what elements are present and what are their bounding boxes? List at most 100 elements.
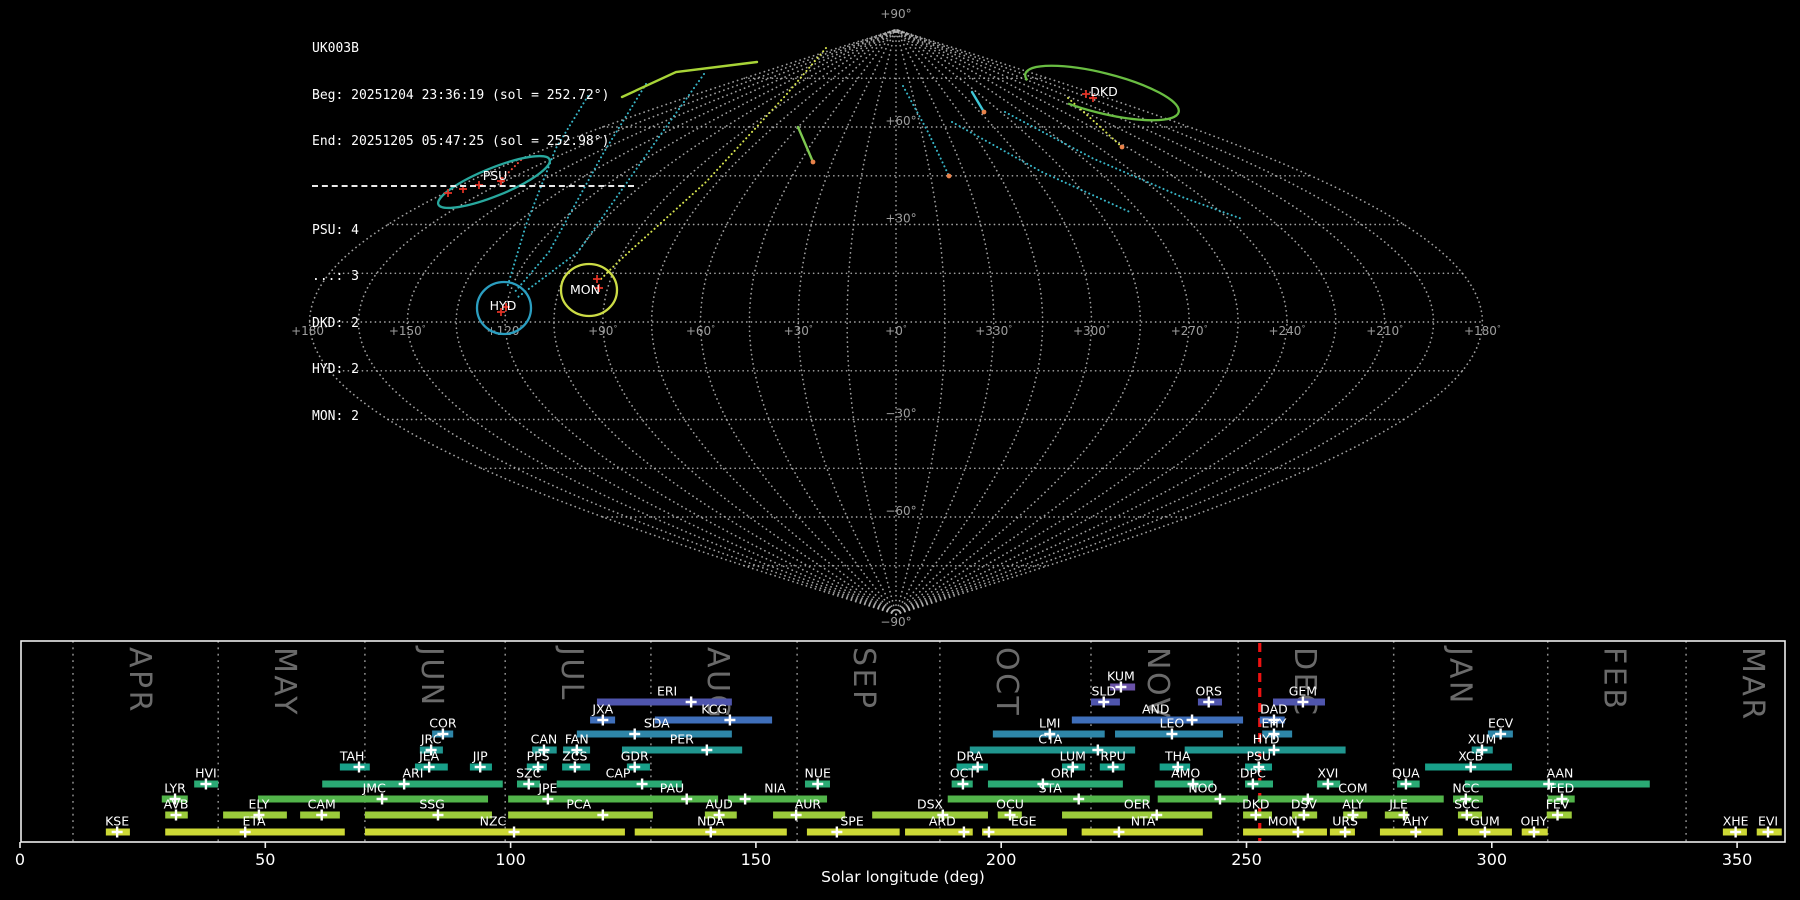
shower-code-label: LMI: [1039, 716, 1060, 731]
shower-code-label: MON: [1268, 814, 1298, 829]
count-mon: MON: 2: [312, 408, 359, 424]
activity-bar: [1157, 795, 1248, 803]
shower-xvi: XVI: [1317, 766, 1341, 790]
shower-evi: EVI: [1756, 814, 1782, 838]
shower-code-label: AUD: [705, 797, 732, 812]
shower-code-label: LEO: [1160, 716, 1185, 731]
shower-code-label: XVI: [1318, 766, 1339, 781]
shower-ohy: OHY: [1521, 814, 1548, 838]
shower-code-label: DRA: [957, 749, 984, 764]
shower-jip: JIP: [469, 749, 492, 773]
shower-code-label: HYD: [1253, 732, 1280, 747]
shower-code-label: SZC: [516, 766, 541, 781]
axis-tick-label: 250: [1231, 850, 1262, 869]
shower-code-label: OHY: [1521, 814, 1548, 829]
shower-code-label: PSU: [1246, 749, 1271, 764]
shower-code-label: QUA: [1392, 766, 1420, 781]
coordinate-label: −90°: [880, 615, 911, 629]
coordinate-label: +30°: [784, 324, 813, 338]
shower-code-label: AAN: [1547, 766, 1574, 781]
peak-cross-marker: [701, 744, 713, 756]
shower-code-label: PAU: [660, 781, 684, 796]
session-begin: Beg: 20251204 23:36:19 (sol = 252.72°): [312, 87, 610, 103]
shower-avb: AVB: [164, 797, 188, 821]
shower-code-label: DSV: [1291, 797, 1318, 812]
coordinate-label: +210°: [1366, 324, 1403, 338]
coordinate-label: +240°: [1268, 324, 1305, 338]
shower-code-label: THA: [1164, 749, 1191, 764]
session-end: End: 20251205 05:47:25 (sol = 252.98°): [312, 134, 610, 149]
shower-code-label: ORI: [1051, 766, 1073, 781]
shower-code-label: SSG: [419, 797, 445, 812]
shower-code-label: PCA: [566, 797, 591, 812]
radiant-label: DKD: [1090, 84, 1117, 99]
shower-code-label: ETA: [242, 814, 266, 829]
activity-bar: [1243, 828, 1327, 836]
peak-cross-marker: [1186, 714, 1198, 726]
shower-code-label: CAM: [308, 797, 336, 812]
x-axis-title: Solar longitude (deg): [821, 868, 985, 886]
shower-code-label: STA: [1039, 781, 1063, 796]
axis-tick-label: 200: [986, 850, 1017, 869]
shower-code-label: ELY: [249, 797, 270, 812]
shower-xhe: XHE: [1723, 814, 1749, 838]
shower-code-label: GEM: [1289, 684, 1317, 699]
radiant-dkd: DKD: [1024, 64, 1180, 122]
shower-code-label: NCC: [1452, 781, 1479, 796]
month-label-mar: MAR: [1735, 647, 1770, 722]
shower-ors: ORS: [1195, 684, 1222, 708]
shower-kse: KSE: [105, 814, 130, 838]
coordinate-label: −60°: [885, 504, 916, 518]
shower-code-label: JXA: [591, 702, 613, 717]
shower-code-label: HVI: [195, 766, 217, 781]
separator-line: [312, 184, 634, 187]
axis-tick-label: 300: [1477, 850, 1508, 869]
peak-cross-marker: [958, 826, 970, 838]
activity-bar: [806, 828, 900, 836]
month-label-feb: FEB: [1597, 647, 1632, 711]
activity-bar: [165, 828, 345, 836]
peak-cross-marker: [1073, 793, 1085, 805]
shower-code-label: NUE: [805, 766, 831, 781]
shower-code-label: NZC: [480, 814, 507, 829]
activity-bar: [364, 828, 625, 836]
shower-rpu: RPU: [1099, 749, 1126, 773]
trail-endpoint: [1119, 144, 1125, 150]
shower-hvi: HVI: [194, 766, 219, 790]
coordinate-label: +60°: [686, 324, 715, 338]
shower-code-label: EHY: [1262, 716, 1287, 731]
shower-code-label: ERI: [657, 684, 677, 699]
shower-code-label: PPS: [527, 749, 550, 764]
activity-bar: [257, 795, 489, 803]
shower-code-label: NIA: [764, 781, 786, 796]
axis-tick-label: 50: [255, 850, 275, 869]
shower-code-label: SDA: [644, 716, 670, 731]
shower-code-label: LYR: [164, 781, 186, 796]
activity-bar: [626, 795, 719, 803]
activity-bar: [576, 730, 732, 738]
month-label-may: MAY: [267, 647, 302, 717]
shower-code-label: KCG: [701, 702, 727, 717]
shower-code-label: ALY: [1342, 797, 1364, 812]
shower-code-label: FEV: [1546, 797, 1570, 812]
shower-code-label: XHE: [1723, 814, 1749, 829]
month-label-sep: SEP: [846, 647, 881, 711]
shower-code-label: DAD: [1260, 702, 1288, 717]
shower-code-label: EVI: [1758, 814, 1778, 829]
shower-code-label: CAP: [606, 766, 631, 781]
month-label-apr: APR: [122, 647, 157, 714]
shower-code-label: XCB: [1458, 749, 1483, 764]
shower-code-label: SPE: [840, 814, 863, 829]
info-panel: UK003B Beg: 20251204 23:36:19 (sol = 252…: [312, 10, 634, 440]
activity-bar: [364, 811, 492, 819]
shower-code-label: RPU: [1100, 749, 1125, 764]
shower-code-label: JRC: [420, 732, 442, 747]
shower-code-label: TAH: [339, 749, 365, 764]
shower-code-label: CAN: [531, 732, 558, 747]
shower-fev: FEV: [1546, 797, 1572, 821]
shower-code-label: JIP: [472, 749, 488, 764]
shower-zcs: ZCS: [562, 749, 591, 773]
peak-cross-marker: [1113, 826, 1125, 838]
coordinate-label: −30°: [885, 407, 916, 421]
count-sporadic: ...: 3: [312, 269, 359, 284]
